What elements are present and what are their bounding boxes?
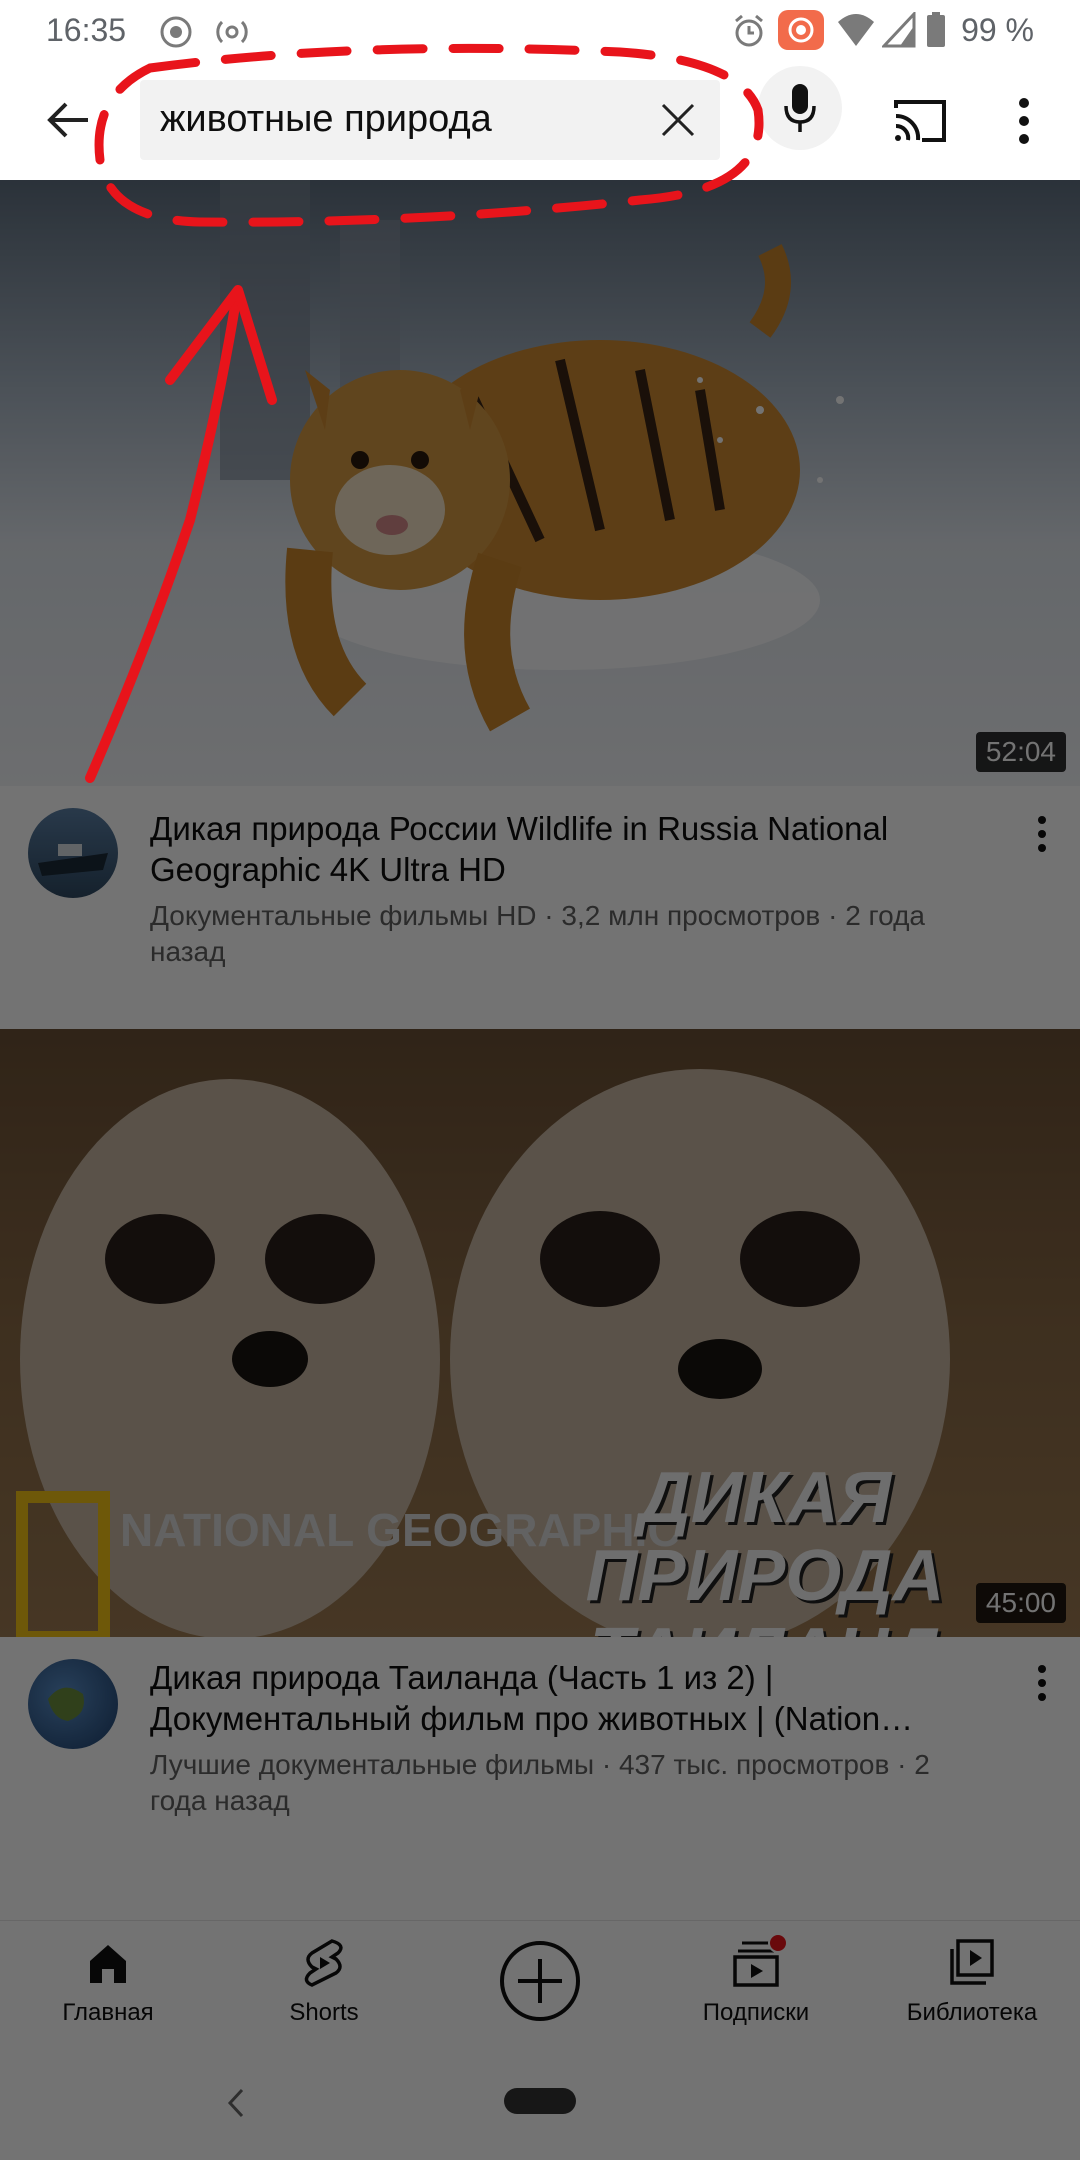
bottom-navigation: Главная Shorts Подписки Библиотека (0, 1920, 1080, 2041)
nav-home-label: Главная (62, 1999, 154, 2026)
status-time: 16:35 (46, 12, 127, 48)
channel-avatar[interactable] (28, 1659, 118, 1749)
thumbnail-title-text: ДИКАЯ ПРИРОДА ТАИЛАНД (585, 1458, 945, 1637)
home-icon (90, 1945, 126, 1983)
record-icon (160, 16, 192, 48)
alarm-icon (735, 14, 763, 47)
video-title[interactable]: Дикая природа России Wildlife in Russia … (150, 808, 980, 890)
screen-recorder-icon (778, 10, 824, 50)
wifi-icon (838, 14, 874, 46)
system-back-icon[interactable] (226, 2088, 246, 2118)
cast-icon[interactable] (892, 98, 948, 144)
home-gesture-pill[interactable] (504, 2088, 576, 2114)
signal-icon (882, 12, 916, 48)
video-thumbnail[interactable]: NATIONAL GEOGRAPHIC ДИКАЯ ПРИРОДА ТАИЛАН… (0, 1029, 1080, 1637)
battery-percent: 99 % (961, 12, 1034, 48)
nav-shorts-label: Shorts (289, 1999, 359, 2026)
shorts-icon (304, 1939, 343, 1987)
nav-library[interactable]: Библиотека (864, 1921, 1080, 2041)
video-duration: 52:04 (975, 732, 1066, 772)
video-channel-views-date: Документальные фильмы HD · 3,2 млн просм… (150, 900, 926, 967)
library-icon (950, 1939, 994, 1985)
microphone-icon (784, 84, 816, 132)
video-thumbnail[interactable]: 52:04 (0, 180, 1080, 786)
create-plus-icon (500, 1941, 580, 2021)
video-menu-icon[interactable] (1032, 814, 1052, 854)
notification-dot (768, 1933, 788, 1953)
channel-avatar[interactable] (28, 808, 118, 898)
nav-home[interactable]: Главная (0, 1921, 216, 2041)
video-menu-icon[interactable] (1032, 1663, 1052, 1703)
nav-library-label: Библиотека (906, 1999, 1038, 2026)
search-input[interactable]: животные природа (140, 80, 720, 160)
voice-search-button[interactable] (758, 66, 842, 150)
nav-shorts[interactable]: Shorts (216, 1921, 432, 2041)
tiger-thumbnail-image (220, 180, 844, 732)
battery-icon (927, 12, 945, 47)
status-bar: 16:35 99 % (0, 0, 1080, 60)
video-duration: 45:00 (975, 1583, 1066, 1623)
search-query[interactable]: животные природа (160, 98, 492, 141)
video-item[interactable]: Дикая природа Таиланда (Часть 1 из 2) | … (0, 1637, 1080, 1907)
more-options-icon[interactable] (1016, 96, 1032, 146)
nav-create[interactable] (432, 1921, 648, 2041)
nav-subscriptions[interactable]: Подписки (648, 1921, 864, 2041)
clear-search-icon[interactable] (660, 102, 696, 138)
back-arrow-icon[interactable] (44, 96, 92, 144)
video-item[interactable]: Дикая природа России Wildlife in Russia … (0, 786, 1080, 1026)
video-title[interactable]: Дикая природа Таиланда (Часть 1 из 2) | … (150, 1657, 980, 1739)
search-app-bar: животные природа (0, 60, 1080, 180)
broadcast-icon (216, 20, 248, 44)
nav-subscriptions-label: Подписки (702, 1999, 810, 2026)
video-channel-views-date: Лучшие документальные фильмы · 437 тыс. … (150, 1749, 930, 1816)
system-navigation-bar (0, 2040, 1080, 2160)
